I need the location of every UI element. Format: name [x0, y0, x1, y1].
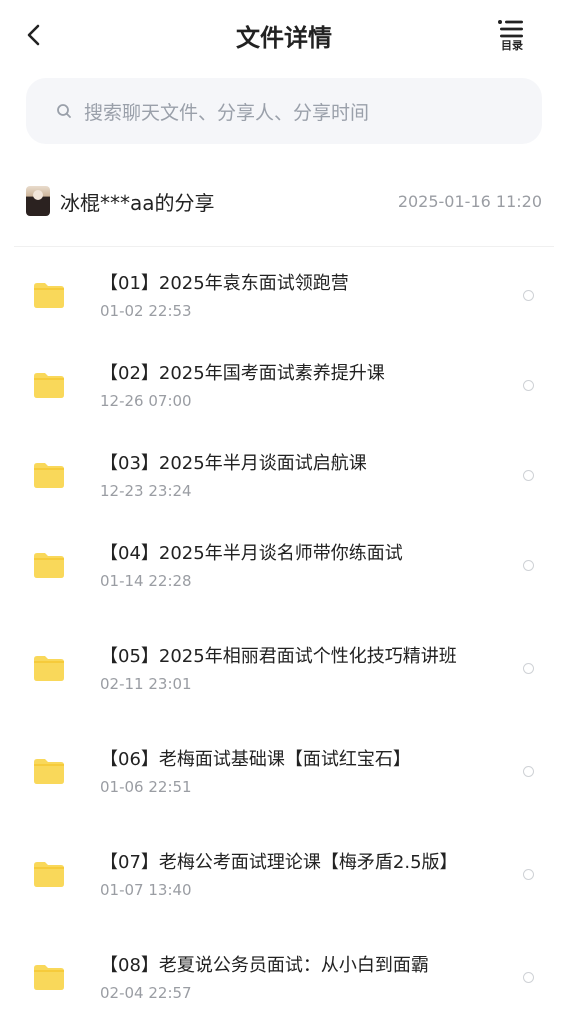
- file-date: 01-06 22:51: [100, 778, 192, 796]
- list-item[interactable]: 【03】2025年半月谈面试启航课 12-23 23:24: [0, 430, 568, 520]
- list-item[interactable]: 【02】2025年国考面试素养提升课 12-26 07:00: [0, 340, 568, 430]
- share-header: 冰棍***aa的分享 2025-01-16 11:20: [26, 182, 542, 220]
- file-date: 01-14 22:28: [100, 572, 192, 590]
- file-name: 【08】老夏说公务员面试：从小白到面霸: [100, 955, 429, 976]
- top-bar: 文件详情 目录: [0, 0, 568, 72]
- file-name: 【01】2025年袁东面试领跑营: [100, 273, 349, 294]
- avatar: [26, 186, 50, 216]
- list-item[interactable]: 【04】2025年半月谈名师带你练面试 01-14 22:28: [0, 520, 568, 610]
- file-date: 02-04 22:57: [100, 984, 192, 1002]
- folder-icon: [34, 656, 64, 681]
- select-radio[interactable]: [523, 971, 534, 983]
- divider: [14, 246, 554, 247]
- list-icon: [498, 20, 523, 38]
- list-item[interactable]: 【05】2025年相丽君面试个性化技巧精讲班 02-11 23:01: [0, 610, 568, 726]
- folder-icon: [34, 283, 64, 308]
- folder-icon: [34, 965, 64, 990]
- file-name: 【04】2025年半月谈名师带你练面试: [100, 543, 403, 564]
- folder-icon: [34, 373, 64, 398]
- list-item[interactable]: 【08】老夏说公务员面试：从小白到面霸 02-04 22:57: [0, 932, 568, 1022]
- file-name: 【07】老梅公考面试理论课【梅矛盾2.5版】: [100, 852, 458, 873]
- file-name: 【03】2025年半月谈面试启航课: [100, 453, 367, 474]
- file-date: 01-02 22:53: [100, 302, 192, 320]
- file-name: 【05】2025年相丽君面试个性化技巧精讲班: [100, 646, 457, 667]
- toc-button[interactable]: 目录: [496, 18, 528, 52]
- select-radio[interactable]: [523, 379, 534, 391]
- folder-icon: [34, 759, 64, 784]
- toc-label: 目录: [501, 39, 523, 52]
- share-owner: 冰棍***aa的分享: [60, 190, 215, 215]
- file-date: 02-11 23:01: [100, 675, 192, 693]
- file-date: 12-23 23:24: [100, 482, 192, 500]
- file-name: 【02】2025年国考面试素养提升课: [100, 363, 385, 384]
- list-item[interactable]: 【07】老梅公考面试理论课【梅矛盾2.5版】 01-07 13:40: [0, 816, 568, 932]
- select-radio[interactable]: [523, 662, 534, 674]
- select-radio[interactable]: [523, 765, 534, 777]
- select-radio[interactable]: [523, 469, 534, 481]
- file-list: 【01】2025年袁东面试领跑营 01-02 22:53 【02】2025年国考面…: [0, 250, 568, 1022]
- search-icon: [57, 104, 71, 118]
- page-title: 文件详情: [236, 24, 332, 52]
- select-radio[interactable]: [523, 559, 534, 571]
- file-date: 01-07 13:40: [100, 881, 192, 899]
- file-name: 【06】老梅面试基础课【面试红宝石】: [100, 749, 411, 770]
- select-radio[interactable]: [523, 289, 534, 301]
- search-input[interactable]: 搜索聊天文件、分享人、分享时间: [26, 78, 542, 144]
- list-item[interactable]: 【01】2025年袁东面试领跑营 01-02 22:53: [0, 250, 568, 340]
- search-placeholder: 搜索聊天文件、分享人、分享时间: [84, 101, 370, 124]
- folder-icon: [34, 862, 64, 887]
- file-date: 12-26 07:00: [100, 392, 192, 410]
- list-item[interactable]: 【06】老梅面试基础课【面试红宝石】 01-06 22:51: [0, 726, 568, 816]
- folder-icon: [34, 463, 64, 488]
- select-radio[interactable]: [523, 868, 534, 880]
- share-time: 2025-01-16 11:20: [397, 191, 542, 211]
- folder-icon: [34, 553, 64, 578]
